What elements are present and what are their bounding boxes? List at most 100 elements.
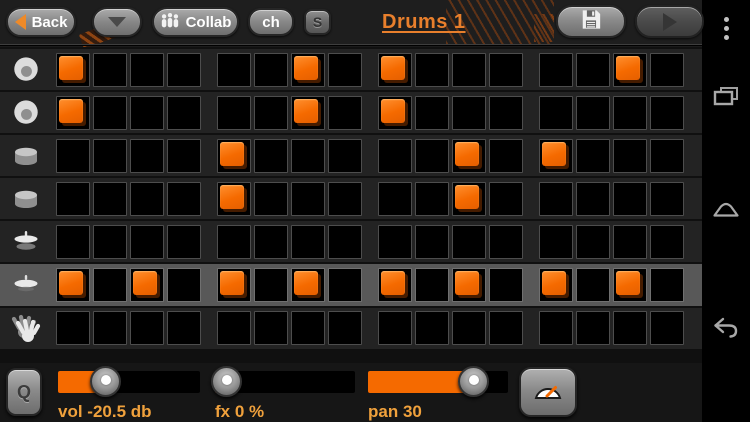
step-cell[interactable] <box>130 311 164 346</box>
step-cell[interactable] <box>650 268 684 303</box>
kick-drum-icon[interactable] <box>0 98 52 128</box>
step-cell[interactable] <box>328 52 362 87</box>
step-cell[interactable] <box>217 95 251 130</box>
step-cell[interactable] <box>378 52 412 87</box>
step-cell[interactable] <box>217 138 251 173</box>
step-cell[interactable] <box>93 224 127 259</box>
step-cell[interactable] <box>130 181 164 216</box>
home-icon[interactable] <box>702 196 750 220</box>
step-cell[interactable] <box>217 268 251 303</box>
menu-dots-icon[interactable] <box>702 14 750 42</box>
step-cell[interactable] <box>452 95 486 130</box>
step-cell[interactable] <box>93 181 127 216</box>
step-cell[interactable] <box>489 268 523 303</box>
step-cell[interactable] <box>489 311 523 346</box>
step-cell[interactable] <box>613 138 647 173</box>
step-cell[interactable] <box>56 52 90 87</box>
step-cell[interactable] <box>452 52 486 87</box>
step-cell[interactable] <box>167 268 201 303</box>
metronome-button[interactable] <box>519 367 577 417</box>
step-cell[interactable] <box>452 311 486 346</box>
step-cell[interactable] <box>650 224 684 259</box>
step-cell[interactable] <box>167 95 201 130</box>
step-cell[interactable] <box>56 224 90 259</box>
step-cell[interactable] <box>254 224 288 259</box>
step-cell[interactable] <box>56 268 90 303</box>
step-cell[interactable] <box>576 95 610 130</box>
step-cell[interactable] <box>217 181 251 216</box>
step-cell[interactable] <box>254 95 288 130</box>
step-cell[interactable] <box>254 181 288 216</box>
step-cell[interactable] <box>576 52 610 87</box>
step-cell[interactable] <box>489 181 523 216</box>
step-cell[interactable] <box>613 224 647 259</box>
step-cell[interactable] <box>56 95 90 130</box>
step-cell[interactable] <box>93 311 127 346</box>
step-cell[interactable] <box>539 181 573 216</box>
step-cell[interactable] <box>539 95 573 130</box>
step-cell[interactable] <box>415 95 449 130</box>
fx-slider-track[interactable] <box>211 366 355 397</box>
step-cell[interactable] <box>217 311 251 346</box>
step-cell[interactable] <box>328 224 362 259</box>
step-cell[interactable] <box>539 268 573 303</box>
step-cell[interactable] <box>378 138 412 173</box>
step-cell[interactable] <box>378 95 412 130</box>
step-cell[interactable] <box>291 95 325 130</box>
step-cell[interactable] <box>415 181 449 216</box>
step-cell[interactable] <box>328 138 362 173</box>
step-cell[interactable] <box>613 181 647 216</box>
step-cell[interactable] <box>650 52 684 87</box>
step-cell[interactable] <box>452 181 486 216</box>
step-cell[interactable] <box>489 138 523 173</box>
step-cell[interactable] <box>56 311 90 346</box>
step-cell[interactable] <box>130 52 164 87</box>
step-cell[interactable] <box>539 224 573 259</box>
play-button[interactable] <box>635 5 704 38</box>
step-cell[interactable] <box>130 95 164 130</box>
pattern-title[interactable]: Drums 1 <box>382 11 466 34</box>
step-cell[interactable] <box>613 311 647 346</box>
step-cell[interactable] <box>130 268 164 303</box>
step-cell[interactable] <box>489 52 523 87</box>
step-cell[interactable] <box>93 268 127 303</box>
step-cell[interactable] <box>650 95 684 130</box>
step-cell[interactable] <box>130 138 164 173</box>
pattern-dropdown-button[interactable] <box>92 7 142 37</box>
step-cell[interactable] <box>650 311 684 346</box>
save-button[interactable] <box>556 5 626 38</box>
step-cell[interactable] <box>254 52 288 87</box>
step-cell[interactable] <box>539 138 573 173</box>
step-cell[interactable] <box>576 181 610 216</box>
step-cell[interactable] <box>613 95 647 130</box>
step-cell[interactable] <box>130 224 164 259</box>
solo-button[interactable]: S <box>304 9 331 35</box>
step-cell[interactable] <box>167 181 201 216</box>
tom-drum-icon[interactable] <box>0 142 52 170</box>
step-cell[interactable] <box>328 181 362 216</box>
step-cell[interactable] <box>328 95 362 130</box>
step-cell[interactable] <box>254 268 288 303</box>
step-cell[interactable] <box>650 138 684 173</box>
step-cell[interactable] <box>328 311 362 346</box>
step-cell[interactable] <box>167 52 201 87</box>
step-cell[interactable] <box>217 224 251 259</box>
recent-apps-icon[interactable] <box>702 84 750 110</box>
step-cell[interactable] <box>56 181 90 216</box>
step-cell[interactable] <box>93 138 127 173</box>
step-cell[interactable] <box>415 268 449 303</box>
step-cell[interactable] <box>613 52 647 87</box>
step-cell[interactable] <box>452 224 486 259</box>
step-cell[interactable] <box>167 311 201 346</box>
step-cell[interactable] <box>56 138 90 173</box>
step-cell[interactable] <box>415 52 449 87</box>
step-cell[interactable] <box>167 224 201 259</box>
step-cell[interactable] <box>291 52 325 87</box>
channel-button[interactable]: ch <box>248 8 294 36</box>
step-cell[interactable] <box>328 268 362 303</box>
step-cell[interactable] <box>576 311 610 346</box>
quantize-button[interactable]: Q <box>6 368 42 416</box>
collab-button[interactable]: Collab <box>152 7 239 37</box>
back-button[interactable]: Back <box>6 7 76 37</box>
step-cell[interactable] <box>452 138 486 173</box>
